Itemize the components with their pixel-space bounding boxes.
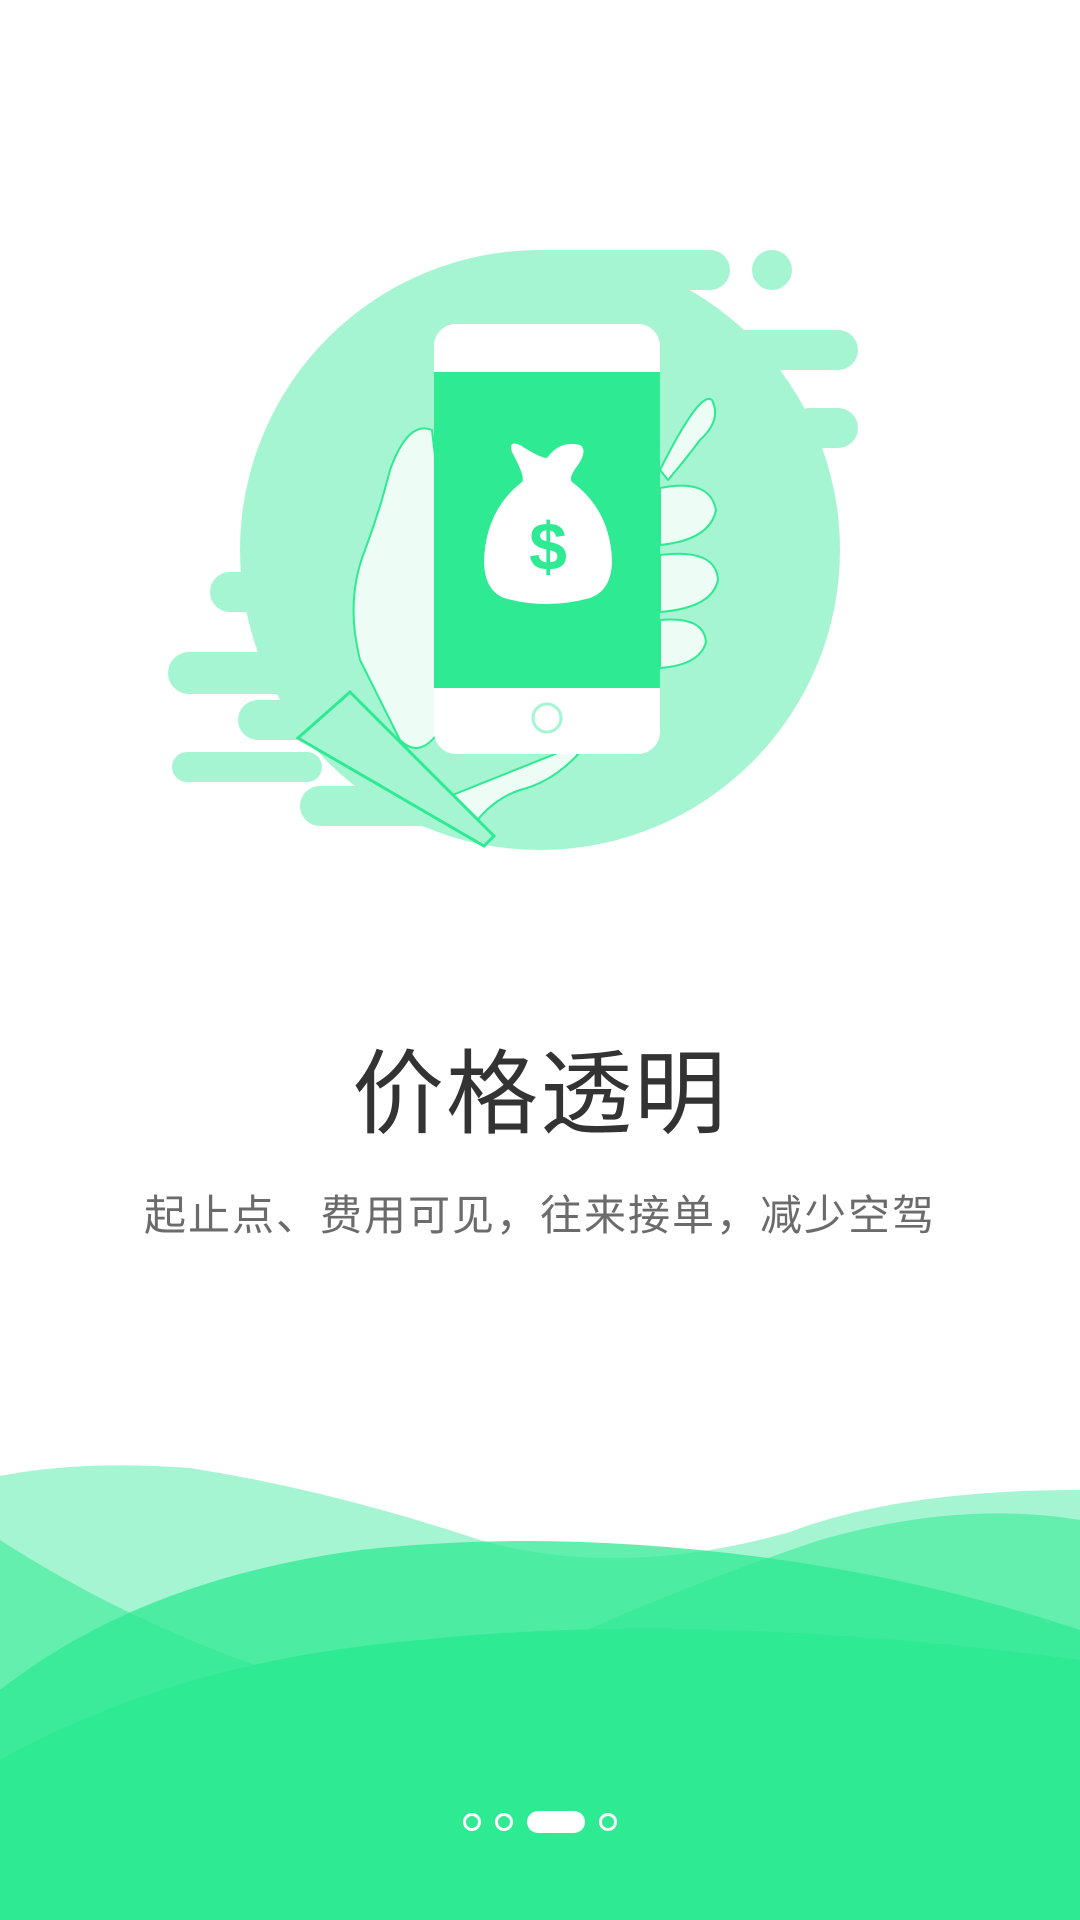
page-dot-3-active[interactable] bbox=[527, 1811, 585, 1833]
page-dot-2[interactable] bbox=[495, 1813, 513, 1831]
phone-icon: $ bbox=[434, 324, 660, 754]
wave-decoration bbox=[0, 1465, 1080, 1920]
onboarding-screen: $ 价格透明 起止点、费用可见，往来接单，减少空驾 bbox=[0, 0, 1080, 1920]
page-subtitle: 起止点、费用可见，往来接单，减少空驾 bbox=[143, 1191, 936, 1240]
page-indicator[interactable] bbox=[0, 1808, 1080, 1836]
illustration: $ bbox=[168, 250, 858, 850]
page-dot-1[interactable] bbox=[463, 1813, 481, 1831]
page-title: 价格透明 bbox=[351, 1041, 728, 1148]
page-dot-4[interactable] bbox=[599, 1813, 617, 1831]
svg-text:$: $ bbox=[529, 509, 567, 585]
